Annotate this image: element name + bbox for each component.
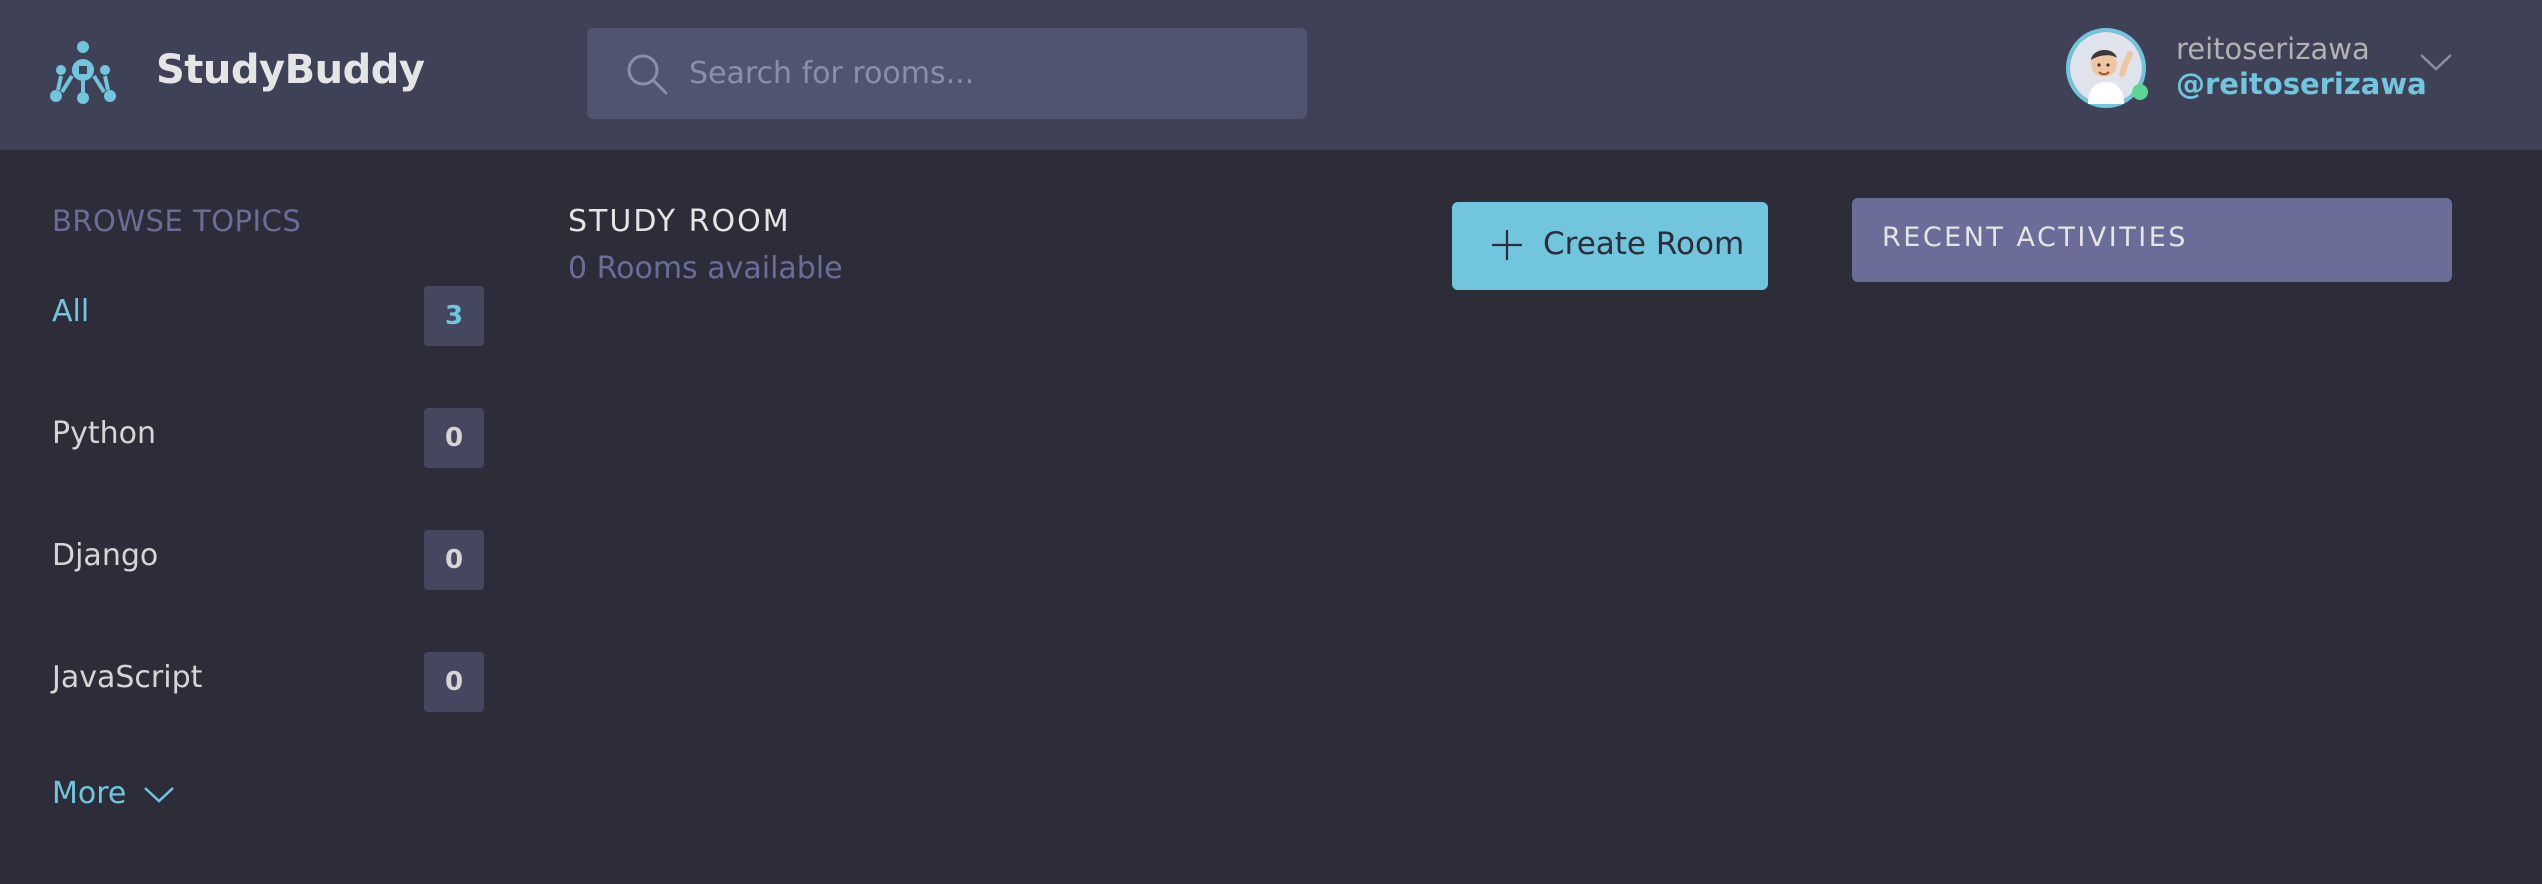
topic-item-all[interactable]: All 3 (52, 286, 484, 346)
search-box[interactable] (587, 28, 1307, 119)
recent-activities-panel: RECENT ACTIVITIES (1852, 198, 2452, 282)
create-room-label: Create Room (1543, 226, 1745, 262)
user-name[interactable]: reitoserizawa (2176, 32, 2370, 66)
topic-count-badge: 3 (424, 286, 484, 346)
browse-topics-title: BROWSE TOPICS (52, 204, 302, 238)
online-status-dot (2132, 84, 2148, 100)
topic-count-badge: 0 (424, 408, 484, 468)
topic-label: Django (52, 538, 159, 573)
study-room-title: STUDY ROOM (568, 204, 791, 239)
topic-item-python[interactable]: Python 0 (52, 408, 484, 468)
topic-label: All (52, 294, 90, 329)
brand-name[interactable]: StudyBuddy (156, 47, 425, 93)
create-room-button[interactable]: Create Room (1452, 202, 1768, 290)
studybuddy-logo-icon[interactable] (48, 40, 118, 106)
topic-item-javascript[interactable]: JavaScript 0 (52, 652, 484, 712)
rooms-available-count: 0 Rooms available (568, 251, 843, 286)
top-header: StudyBuddy reitoserizawa @reitoserizawa (0, 0, 2542, 150)
recent-activities-title: RECENT ACTIVITIES (1882, 222, 2188, 253)
more-topics-link[interactable]: More (52, 776, 126, 811)
topic-item-django[interactable]: Django 0 (52, 530, 484, 590)
chevron-down-icon[interactable] (142, 784, 176, 806)
topic-label: Python (52, 416, 156, 451)
search-icon (627, 54, 668, 95)
user-handle[interactable]: @reitoserizawa (2176, 67, 2427, 101)
topic-label: JavaScript (52, 660, 203, 695)
search-input[interactable] (687, 28, 1287, 119)
plus-icon (1492, 230, 1522, 260)
chevron-down-icon[interactable] (2418, 50, 2454, 74)
topic-count-badge: 0 (424, 530, 484, 590)
topic-count-badge: 0 (424, 652, 484, 712)
